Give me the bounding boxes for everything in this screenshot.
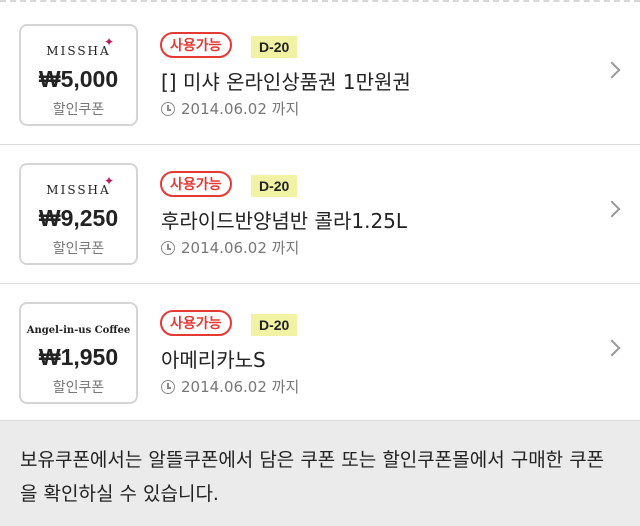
- coupon-list: MISSHA ✦ ₩5,000 할인쿠폰 사용가능 D-20 [] 미샤 온라인…: [0, 6, 640, 423]
- expiry-date: 2014.06.02 까지: [181, 100, 300, 118]
- coupon-type-label: 할인쿠폰: [52, 102, 105, 118]
- expiry-date: 2014.06.02 까지: [181, 239, 300, 257]
- brand-logo: MISSHA: [46, 183, 111, 197]
- coupon-price: ₩1,950: [38, 344, 119, 370]
- coupon-item[interactable]: Angel-in-us Coffee ₩1,950 할인쿠폰 사용가능 D-20…: [0, 284, 640, 423]
- coupon-thumbnail: MISSHA ✦ ₩5,000 할인쿠폰: [19, 24, 138, 126]
- dday-badge: D-20: [251, 175, 298, 197]
- brand-mark-icon: ✦: [103, 174, 114, 188]
- coupon-title: 후라이드반양념반 콜라1.25L: [161, 209, 408, 233]
- dday-badge: D-20: [251, 314, 298, 336]
- coupon-title: 아메리카노S: [161, 348, 266, 372]
- coupon-price: ₩5,000: [38, 66, 119, 92]
- brand-logo: MISSHA: [46, 44, 111, 58]
- coupon-type-label: 할인쿠폰: [52, 241, 105, 257]
- clock-icon: [161, 241, 175, 255]
- brand-mark-icon: ✦: [103, 35, 114, 49]
- dday-badge: D-20: [251, 36, 298, 58]
- status-badge: 사용가능: [160, 171, 232, 197]
- coupon-thumbnail: MISSHA ✦ ₩9,250 할인쿠폰: [19, 163, 138, 265]
- notice-text: 보유쿠폰에서는 알뜰쿠폰에서 담은 쿠폰 또는 할인쿠폰몰에서 구매한 쿠폰을 …: [20, 449, 605, 505]
- top-divider: [0, 0, 640, 2]
- coupon-title: [] 미샤 온라인상품권 1만원권: [161, 70, 411, 94]
- status-badge: 사용가능: [160, 310, 232, 336]
- coupon-price: ₩9,250: [38, 205, 119, 231]
- coupon-type-label: 할인쿠폰: [52, 380, 105, 396]
- status-badge: 사용가능: [160, 32, 232, 58]
- info-notice: 보유쿠폰에서는 알뜰쿠폰에서 담은 쿠폰 또는 할인쿠폰몰에서 구매한 쿠폰을 …: [0, 420, 640, 526]
- chevron-right-icon[interactable]: [603, 61, 621, 79]
- expiry-date: 2014.06.02 까지: [181, 378, 300, 396]
- brand-logo: Angel-in-us Coffee: [26, 325, 131, 336]
- coupon-expiry: 2014.06.02 까지: [161, 376, 299, 397]
- coupon-expiry: 2014.06.02 까지: [161, 237, 299, 258]
- coupon-expiry: 2014.06.02 까지: [161, 98, 299, 119]
- coupon-item[interactable]: MISSHA ✦ ₩5,000 할인쿠폰 사용가능 D-20 [] 미샤 온라인…: [0, 6, 640, 145]
- clock-icon: [161, 380, 175, 394]
- chevron-right-icon[interactable]: [603, 200, 621, 218]
- clock-icon: [161, 102, 175, 116]
- coupon-item[interactable]: MISSHA ✦ ₩9,250 할인쿠폰 사용가능 D-20 후라이드반양념반 …: [0, 145, 640, 284]
- coupon-thumbnail: Angel-in-us Coffee ₩1,950 할인쿠폰: [19, 302, 138, 404]
- chevron-right-icon[interactable]: [603, 339, 621, 357]
